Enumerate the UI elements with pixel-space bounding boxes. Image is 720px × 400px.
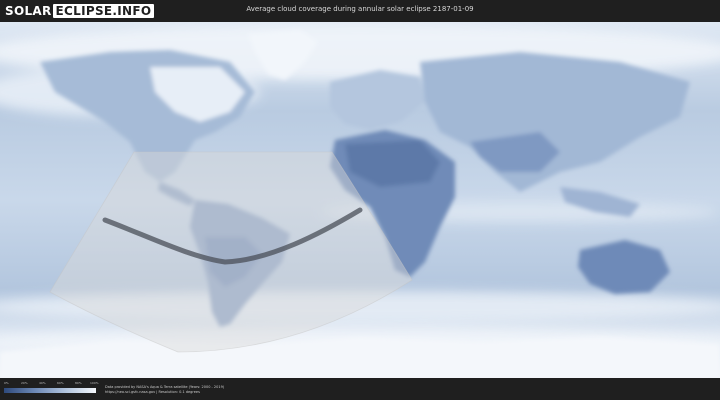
antarctica [0, 337, 720, 378]
logo-text-eclipse-info: ECLIPSE.INFO [52, 4, 155, 18]
cloud-coverage-map [0, 22, 720, 378]
world-map-svg [0, 22, 720, 378]
site-logo[interactable]: SOLAR ECLIPSE.INFO [5, 3, 155, 19]
data-source-link[interactable]: https://neo.sci.gsfc.nasa.gov | Resoluti… [105, 390, 200, 394]
footer-bar: 0% 20% 40% 60% 80% 100% Data provided by… [0, 378, 720, 400]
legend-tick: 0% [4, 381, 9, 385]
legend-tick: 80% [75, 381, 82, 385]
data-credit: Data provided by NASA's Aqua & Terra sat… [105, 385, 225, 389]
page-title: Average cloud coverage during annular so… [246, 5, 474, 13]
legend-tick-labels: 0% 20% 40% 60% 80% 100% [4, 381, 99, 387]
header-bar: SOLAR ECLIPSE.INFO Average cloud coverag… [0, 0, 720, 22]
legend-tick: 40% [39, 381, 46, 385]
cloud-coverage-legend-bar [4, 388, 96, 393]
legend-tick: 20% [21, 381, 28, 385]
legend-tick: 100% [90, 381, 99, 385]
logo-text-solar: SOLAR [5, 4, 52, 18]
legend-tick: 60% [57, 381, 64, 385]
page: SOLAR ECLIPSE.INFO Average cloud coverag… [0, 0, 720, 400]
